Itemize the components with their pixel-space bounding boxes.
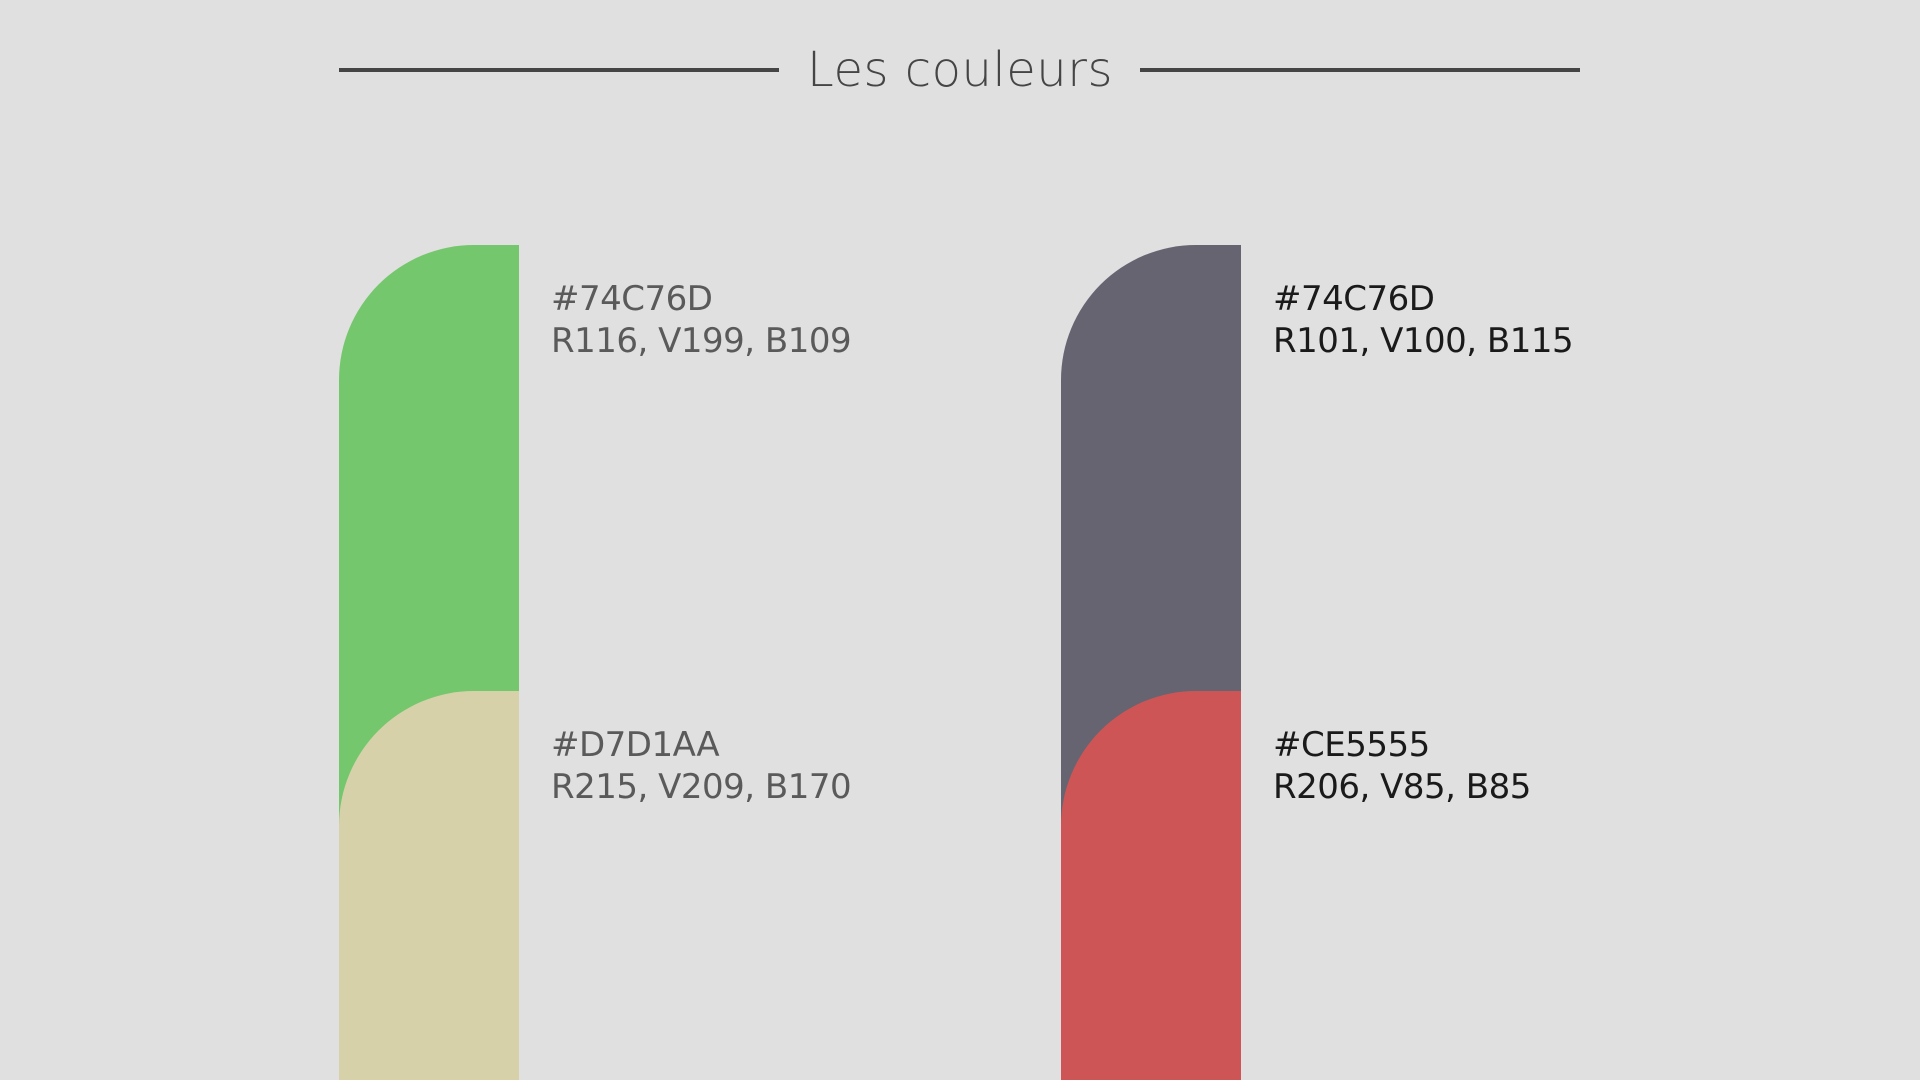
- title-rule-left: [339, 68, 779, 72]
- color-rgb: R116, V199, B109: [551, 321, 852, 361]
- color-rgb: R215, V209, B170: [551, 767, 852, 807]
- page-title: Les couleurs: [807, 42, 1113, 98]
- color-hex: #74C76D: [1273, 279, 1435, 319]
- color-hex: #D7D1AA: [551, 725, 720, 765]
- color-label-beige: #D7D1AA R215, V209, B170: [551, 724, 852, 808]
- color-rgb: R101, V100, B115: [1273, 321, 1574, 361]
- color-label-gray: #74C76D R101, V100, B115: [1273, 278, 1574, 362]
- color-rgb: R206, V85, B85: [1273, 767, 1531, 807]
- color-swatch-beige: [339, 691, 519, 1080]
- color-label-red: #CE5555 R206, V85, B85: [1273, 724, 1531, 808]
- color-palette-slide: Les couleurs #74C76D R116, V199, B109 #D…: [0, 0, 1920, 1080]
- color-swatch-red: [1061, 691, 1241, 1080]
- color-label-green: #74C76D R116, V199, B109: [551, 278, 852, 362]
- title-rule-right: [1140, 68, 1580, 72]
- color-hex: #74C76D: [551, 279, 713, 319]
- color-hex: #CE5555: [1273, 725, 1430, 765]
